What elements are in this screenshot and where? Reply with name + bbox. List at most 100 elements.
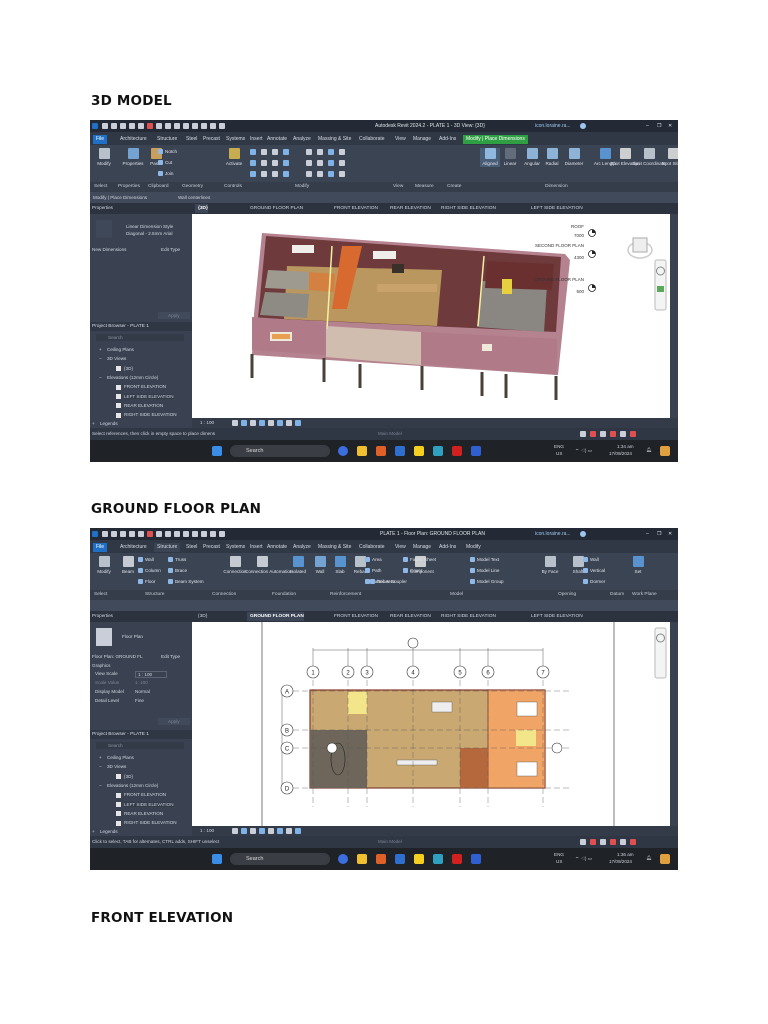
sticky-notes-icon[interactable] bbox=[414, 854, 424, 864]
ribbon-tab-manage[interactable]: Manage bbox=[410, 135, 434, 144]
ribbon-tab-architecture[interactable]: Architecture bbox=[117, 543, 150, 552]
redo-icon[interactable] bbox=[138, 531, 144, 537]
wifi-volume-battery-icons[interactable]: ⌔ ◁) ▭ bbox=[575, 448, 592, 454]
temporary-hide-icon[interactable] bbox=[277, 828, 283, 834]
measure-icon[interactable] bbox=[156, 531, 162, 537]
tree-toggle-icon[interactable]: + bbox=[99, 755, 102, 760]
isolated-button[interactable]: Isolated bbox=[288, 556, 308, 575]
aligned-dim-icon[interactable] bbox=[165, 123, 171, 129]
floor-button[interactable]: Floor bbox=[138, 579, 155, 584]
select-pinned-icon[interactable] bbox=[600, 431, 606, 437]
undo-icon[interactable] bbox=[129, 531, 135, 537]
select-links-icon[interactable] bbox=[580, 431, 586, 437]
section-icon[interactable] bbox=[201, 123, 207, 129]
tree-toggle-icon[interactable]: + bbox=[99, 347, 102, 352]
vertical-button[interactable]: Vertical bbox=[583, 568, 605, 573]
ribbon-tab-structure[interactable]: Structure bbox=[154, 135, 180, 144]
browser-item[interactable]: RIGHT SIDE ELEVATION bbox=[124, 820, 177, 825]
brace-button[interactable]: Brace bbox=[168, 568, 187, 573]
ribbon-tab-manage[interactable]: Manage bbox=[410, 543, 434, 552]
drawing-canvas[interactable]: ROOF 7000 SECOND FLOOR PLAN 4300 GROUND FLOO… bbox=[192, 214, 678, 418]
switch-windows-icon[interactable] bbox=[219, 531, 225, 537]
modify-tool-icon[interactable] bbox=[306, 149, 312, 155]
modify-tool-icon[interactable] bbox=[339, 171, 345, 177]
instance-selector[interactable]: Floor Plan: GROUND FL bbox=[92, 654, 143, 659]
detail-level-icon[interactable] bbox=[232, 420, 238, 426]
activate-button[interactable]: Activate bbox=[224, 148, 244, 167]
visual-style-icon[interactable] bbox=[241, 420, 247, 426]
beam-button[interactable]: Beam bbox=[118, 556, 138, 575]
modify-tool-icon[interactable] bbox=[283, 171, 289, 177]
ribbon-tab-modify[interactable]: Modify bbox=[463, 543, 484, 552]
property-value[interactable]: Normal bbox=[135, 689, 150, 694]
notch-button[interactable]: Notch bbox=[158, 149, 177, 154]
minimize-button[interactable]: – bbox=[646, 123, 649, 129]
revit-logo-icon[interactable] bbox=[92, 123, 98, 129]
browser-item[interactable]: Legends bbox=[100, 421, 118, 426]
ribbon-tab-insert[interactable]: Insert bbox=[247, 543, 266, 552]
open-icon[interactable] bbox=[102, 531, 108, 537]
ribbon-tab-collaborate[interactable]: Collaborate bbox=[356, 543, 388, 552]
modify-tool-icon[interactable] bbox=[328, 160, 334, 166]
apply-button[interactable]: Apply bbox=[158, 312, 190, 319]
cut-button[interactable]: Cut bbox=[158, 160, 172, 165]
detail-level-icon[interactable] bbox=[232, 828, 238, 834]
start-button[interactable] bbox=[212, 446, 222, 456]
view-tab-rear-elevation[interactable]: REAR ELEVATION bbox=[387, 612, 431, 621]
view-tab-rear-elevation[interactable]: REAR ELEVATION bbox=[387, 204, 431, 213]
ribbon-tab-precast[interactable]: Precast bbox=[200, 543, 223, 552]
section-icon[interactable] bbox=[201, 531, 207, 537]
shadows-icon[interactable] bbox=[259, 420, 265, 426]
word-icon[interactable] bbox=[395, 446, 405, 456]
instance-selector[interactable]: New Dimensions bbox=[92, 247, 126, 252]
save-icon[interactable] bbox=[111, 123, 117, 129]
worksharing-icon[interactable] bbox=[295, 420, 301, 426]
browser-item[interactable]: Legends bbox=[100, 829, 118, 834]
crop-icon[interactable] bbox=[268, 828, 274, 834]
open-icon[interactable] bbox=[102, 123, 108, 129]
active-workset[interactable]: Main Model bbox=[378, 839, 402, 844]
modify-tool-icon[interactable] bbox=[306, 171, 312, 177]
rebar-coupler-button[interactable]: Rebar Coupler bbox=[370, 579, 407, 584]
file-explorer-icon[interactable] bbox=[357, 446, 367, 456]
powerpoint-icon[interactable] bbox=[376, 854, 386, 864]
view-tab-right-side-elevation[interactable]: RIGHT SIDE ELEVATION bbox=[438, 612, 496, 621]
ribbon-tab-collaborate[interactable]: Collaborate bbox=[356, 135, 388, 144]
browser-item[interactable]: REAR ELEVATION bbox=[124, 403, 163, 408]
aligned-dim-icon[interactable] bbox=[165, 531, 171, 537]
modify-button[interactable]: Modify bbox=[94, 556, 114, 575]
user-account[interactable]: icon.loraine.ra... bbox=[535, 531, 571, 537]
clock-time[interactable]: 1:34 am bbox=[617, 444, 634, 449]
browser-item[interactable]: 3D Views bbox=[107, 764, 126, 769]
measure-icon[interactable] bbox=[156, 123, 162, 129]
browser-item[interactable]: {3D} bbox=[124, 774, 133, 779]
modify-tool-icon[interactable] bbox=[272, 160, 278, 166]
word-icon[interactable] bbox=[395, 854, 405, 864]
browser-item[interactable]: FRONT ELEVATION bbox=[124, 384, 166, 389]
select-by-face-icon[interactable] bbox=[610, 839, 616, 845]
aligned-button[interactable]: Aligned bbox=[480, 148, 500, 167]
browser-item[interactable]: 3D Views bbox=[107, 356, 126, 361]
view-tab-right-side-elevation[interactable]: RIGHT SIDE ELEVATION bbox=[438, 204, 496, 213]
angular-button[interactable]: Angular bbox=[522, 148, 542, 167]
clock-time[interactable]: 1:36 am bbox=[617, 852, 634, 857]
ribbon-tab-analyze[interactable]: Analyze bbox=[290, 135, 314, 144]
browser-item[interactable]: Ceiling Plans bbox=[107, 755, 134, 760]
type-name[interactable]: Floor Plan bbox=[122, 634, 143, 639]
view-tab-ground-floor-plan[interactable]: GROUND FLOOR PLAN bbox=[247, 612, 304, 621]
ribbon-tab-file[interactable]: File bbox=[93, 543, 108, 552]
sun-path-icon[interactable] bbox=[250, 420, 256, 426]
filter-icon[interactable] bbox=[630, 431, 636, 437]
linear-button[interactable]: Linear bbox=[500, 148, 520, 167]
ribbon-tab-analyze[interactable]: Analyze bbox=[290, 543, 314, 552]
edge-icon[interactable] bbox=[433, 854, 443, 864]
copilot-icon[interactable] bbox=[660, 854, 670, 864]
tree-toggle-icon[interactable]: − bbox=[99, 783, 102, 788]
sync-icon[interactable] bbox=[120, 531, 126, 537]
view-tab-left-side-elevation[interactable]: LEFT SIDE ELEVATION bbox=[528, 204, 583, 213]
apply-button[interactable]: Apply bbox=[158, 718, 190, 725]
ribbon-tab-systems[interactable]: Systems bbox=[223, 135, 248, 144]
notification-bell-icon[interactable]: 🔔︎ bbox=[646, 447, 652, 453]
3d-view-icon[interactable] bbox=[192, 531, 198, 537]
wall-button[interactable]: Wall bbox=[310, 556, 330, 575]
